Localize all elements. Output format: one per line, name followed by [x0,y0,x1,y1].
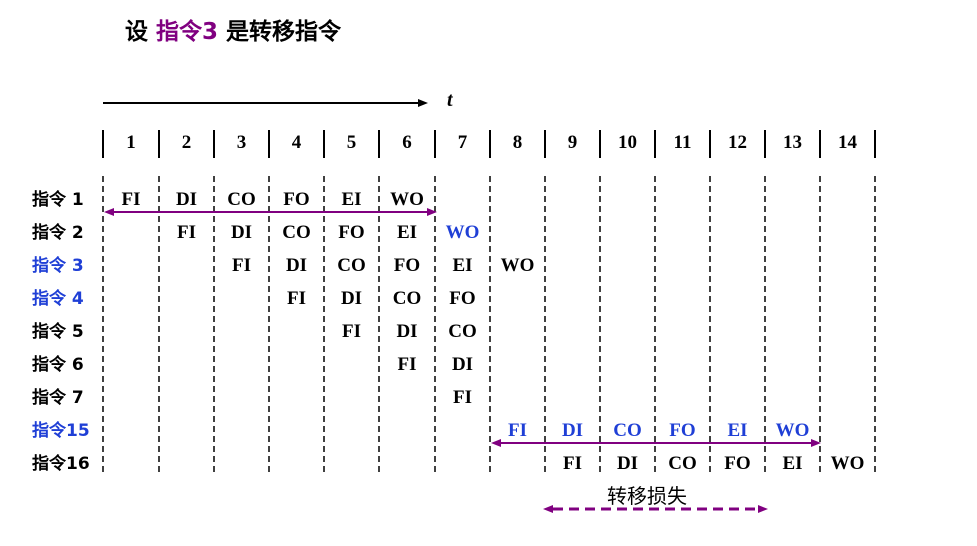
stage-cell: DI [451,354,474,375]
instruction-label: 指令 6 [32,355,84,375]
stage-cell: EI [396,222,418,243]
column-number: 1 [126,132,136,153]
stage-cell: FI [342,321,361,342]
stage-cell: FI [177,222,196,243]
instruction-label: 指令15 [32,421,90,441]
stage-cell: DI [396,321,418,342]
stage-cell: WO [445,222,480,243]
stage-cell: FI [453,387,472,408]
column-number: 7 [457,132,468,153]
stage-cell: WO [390,189,424,210]
column-number: 14 [838,132,857,153]
stage-cell: EI [782,453,803,474]
stage-cell: FI [397,354,417,375]
stage-cell: FO [338,222,365,243]
column-number: 2 [181,132,192,153]
column-number: 13 [783,132,802,153]
stage-cell: FO [449,288,476,309]
stage-cell: DI [285,255,308,276]
stage-cell: FO [393,255,421,276]
column-number: 6 [402,132,412,153]
column-number: 5 [346,132,357,153]
stage-cell: DI [561,420,584,441]
stage-cell: WO [830,453,865,474]
stage-cell: FI [563,453,582,474]
stage-cell: CO [337,255,366,276]
time-axis-arrowhead-icon [418,99,428,107]
column-number: 3 [236,132,247,153]
stage-cell: FO [724,453,751,474]
column-number: 9 [567,132,578,153]
stage-cell: FO [283,189,310,210]
stage-cell: FI [232,255,251,276]
stage-cell: DI [340,288,363,309]
stage-cell: EI [452,255,473,276]
stage-cell: CO [448,321,477,342]
instruction-label: 指令 3 [32,256,84,276]
stage-cell: DI [230,222,253,243]
column-number: 11 [673,132,692,153]
instruction-label: 指令 5 [32,322,84,342]
instruction-label: 指令 2 [32,223,84,243]
branch-loss-label: 转移损失 [607,484,687,508]
instruction-label: 指令16 [32,454,90,474]
stage-cell: CO [282,222,311,243]
stage-cell: CO [613,420,642,441]
stage-cell: FO [669,420,696,441]
loss-arrow-right-icon [758,505,768,513]
column-number: 10 [618,132,637,153]
stage-cell: FI [508,420,527,441]
stage-cell: DI [175,189,198,210]
stage-cell: CO [227,189,256,210]
instruction-label: 指令 1 [32,190,84,210]
stage-cell: WO [775,420,810,441]
stage-cell: EI [727,420,748,441]
stage-cell: CO [668,453,697,474]
loss-arrow-left-icon [543,505,553,513]
stage-cell: FI [287,288,306,309]
instruction-label: 指令 4 [32,289,84,309]
instruction-label: 指令 7 [32,388,84,408]
column-number: 8 [512,132,523,153]
stage-cell: DI [616,453,639,474]
column-number: 12 [728,132,747,153]
column-number: 4 [291,132,302,153]
stage-cell: WO [500,255,535,276]
stage-cell: EI [341,189,362,210]
stage-cell: FI [121,189,141,210]
stage-cell: CO [392,288,422,309]
